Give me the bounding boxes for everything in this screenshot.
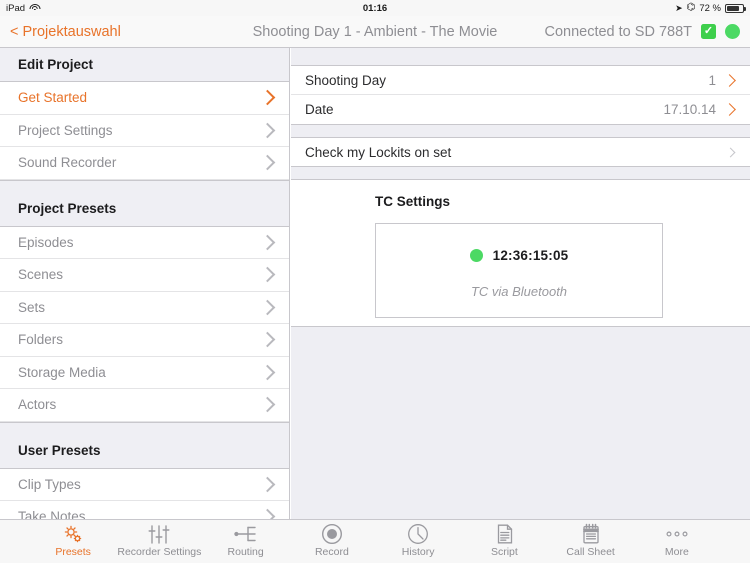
- clock-icon: [407, 523, 429, 545]
- sidebar-item-project-settings[interactable]: Project Settings: [0, 114, 289, 147]
- chevron-right-icon: [259, 331, 276, 348]
- sidebar-item-label: Scenes: [18, 267, 64, 283]
- record-icon: [321, 523, 343, 545]
- connection-label: Connected to SD 788T: [544, 23, 692, 40]
- tab-label: Record: [314, 546, 349, 558]
- tab-label: Presets: [55, 546, 91, 558]
- sliders-icon: [147, 523, 171, 545]
- chevron-right-icon: [259, 122, 276, 139]
- tab-record[interactable]: Record: [291, 520, 373, 558]
- sidebar-item-sets[interactable]: Sets: [0, 291, 289, 324]
- green-status-dot: [725, 24, 740, 39]
- sidebar-item-folders[interactable]: Folders: [0, 324, 289, 357]
- tc-settings-box[interactable]: 12:36:15:05 TC via Bluetooth: [375, 223, 663, 318]
- tc-timecode-row: 12:36:15:05: [469, 248, 569, 263]
- tab-more[interactable]: More: [636, 520, 718, 558]
- connection-status: Connected to SD 788T ✓: [544, 24, 740, 40]
- sidebar-item-label: Clip Types: [18, 476, 81, 492]
- sidebar-item-label: Get Started: [18, 90, 88, 106]
- sidebar-item-label: Folders: [18, 332, 64, 348]
- gears-icon: [62, 523, 84, 545]
- tab-presets[interactable]: Presets: [32, 520, 114, 558]
- status-bar-right: ➤ ⌬ 72 %: [675, 2, 746, 14]
- sidebar-item-label: Storage Media: [18, 364, 106, 380]
- chevron-right-icon: [259, 364, 276, 381]
- sidebar-item-label: Project Settings: [18, 122, 113, 138]
- detail-row-label: Date: [305, 102, 334, 117]
- detail-row-shooting-day[interactable]: Shooting Day 1: [291, 65, 750, 95]
- battery-percent: 72 %: [699, 2, 721, 14]
- chevron-right-icon: [259, 266, 276, 283]
- app-screen: iPad 01:16 ➤ ⌬ 72 % < Projektauswahl Sho…: [0, 0, 750, 563]
- checkmark-box-icon[interactable]: ✓: [701, 24, 716, 39]
- detail-row-check-lockits[interactable]: Check my Lockits on set: [291, 137, 750, 167]
- chevron-right-icon: [725, 147, 736, 157]
- tab-bar[interactable]: Presets Recorder Settings Routing Record…: [0, 519, 750, 563]
- detail-spacer: [291, 48, 750, 65]
- tab-call-sheet[interactable]: Call Sheet: [550, 520, 632, 558]
- detail-row-value: 1: [708, 72, 716, 88]
- chevron-right-icon: [259, 396, 276, 413]
- ellipsis-icon: [664, 523, 690, 545]
- tab-history[interactable]: History: [377, 520, 459, 558]
- tc-source-label: TC via Bluetooth: [470, 284, 568, 299]
- tab-label: History: [401, 546, 435, 558]
- bluetooth-icon: ⌬: [686, 2, 696, 13]
- tab-label: Call Sheet: [566, 546, 615, 558]
- detail-row-value: 17.10.14: [663, 102, 716, 117]
- tab-script[interactable]: Script: [463, 520, 545, 558]
- chevron-right-icon: [723, 103, 736, 116]
- sidebar-item-get-started[interactable]: Get Started: [0, 82, 289, 115]
- sidebar-item-clip-types[interactable]: Clip Types: [0, 468, 289, 501]
- chevron-right-icon: [259, 299, 276, 316]
- sidebar[interactable]: Edit Project Get Started Project Setting…: [0, 48, 290, 538]
- sidebar-item-label: Episodes: [18, 234, 74, 250]
- tab-routing[interactable]: Routing: [205, 520, 287, 558]
- status-bar-clock: 01:16: [362, 2, 388, 14]
- detail-panel: Shooting Day 1 Date 17.10.14 Check my Lo…: [291, 48, 750, 538]
- sidebar-item-label: Actors: [18, 397, 57, 413]
- notepad-icon: [581, 523, 601, 545]
- tab-label: Script: [490, 546, 518, 558]
- green-status-dot: [469, 249, 483, 262]
- sidebar-item-label: Sets: [18, 299, 46, 315]
- chevron-right-icon: [259, 476, 276, 493]
- sidebar-item-storage-media[interactable]: Storage Media: [0, 356, 289, 389]
- tab-label: Routing: [227, 546, 264, 558]
- chevron-right-icon: [723, 73, 736, 87]
- detail-row-date[interactable]: Date 17.10.14: [291, 95, 750, 125]
- tab-label: More: [664, 546, 689, 558]
- sidebar-item-sound-recorder[interactable]: Sound Recorder: [0, 147, 289, 180]
- tab-label: Recorder Settings: [117, 546, 202, 558]
- sidebar-section-header-edit-project: Edit Project: [0, 48, 289, 82]
- status-bar: iPad 01:16 ➤ ⌬ 72 %: [0, 0, 750, 16]
- detail-row-label: Check my Lockits on set: [305, 144, 452, 160]
- document-icon: [494, 523, 515, 545]
- battery-icon: [725, 3, 746, 13]
- navigation-bar: < Projektauswahl Shooting Day 1 - Ambien…: [0, 16, 750, 48]
- detail-spacer: [291, 125, 750, 137]
- chevron-right-icon: [259, 234, 276, 251]
- sidebar-section-header-user-presets: User Presets: [0, 421, 289, 469]
- tc-timecode-value: 12:36:15:05: [492, 248, 569, 263]
- detail-row-label: Shooting Day: [305, 72, 387, 88]
- location-arrow-icon: ➤: [675, 2, 683, 13]
- sidebar-section-header-project-presets: Project Presets: [0, 179, 289, 227]
- detail-spacer: [291, 167, 750, 179]
- chevron-right-icon: [259, 154, 276, 171]
- routing-icon: [233, 523, 259, 545]
- sidebar-item-actors[interactable]: Actors: [0, 389, 289, 422]
- sidebar-item-episodes[interactable]: Episodes: [0, 226, 289, 259]
- sidebar-item-label: Sound Recorder: [18, 155, 117, 171]
- tab-recorder-settings[interactable]: Recorder Settings: [117, 520, 202, 558]
- sidebar-item-scenes[interactable]: Scenes: [0, 259, 289, 292]
- chevron-right-icon: [259, 89, 276, 106]
- tc-settings-section: TC Settings 12:36:15:05 TC via Bluetooth: [291, 179, 750, 327]
- tc-settings-title: TC Settings: [375, 194, 451, 209]
